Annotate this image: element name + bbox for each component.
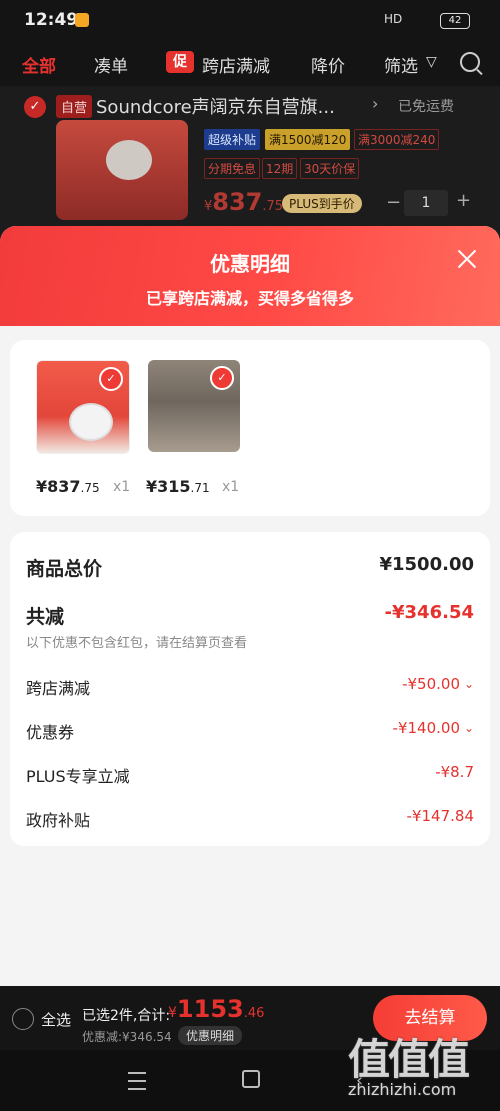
sheet-subtitle: 已享跨店满减，买得多省得多 (145, 289, 354, 308)
tag-super-subsidy: 超级补贴 (204, 129, 261, 150)
product-price: ¥837.75 (36, 477, 100, 496)
reduce-label: 共减 (26, 606, 65, 628)
promo-badge-icon: 促 (166, 51, 194, 73)
notification-app-icon (75, 13, 89, 27)
status-time: 12:49 (24, 10, 79, 30)
cart-filter-tabs: 全部 凑单 促 跨店满减 降价 筛选 ▽ (0, 42, 500, 86)
sheet-title: 优惠明细 (210, 252, 290, 276)
item-price: ¥837.75 (204, 188, 284, 216)
discount-detail-button[interactable]: 优惠明细 (178, 1026, 243, 1045)
watermark-site: zhizhizhi.com (348, 1080, 457, 1099)
chevron-down-icon[interactable]: ⌄ (464, 677, 474, 691)
total-price: ¥1153.46 (168, 995, 265, 1023)
tab-cross-store[interactable]: 跨店满减 (202, 52, 270, 77)
qty-input[interactable]: 1 (404, 190, 448, 216)
product-list-card: ✓ ✓ ¥837.75 x1 ¥315.71 x1 (10, 340, 490, 516)
battery-icon: 42 (440, 13, 470, 29)
discount-value: -¥147.84 (406, 807, 474, 825)
tag-discount-2: 满3000减240 (354, 129, 440, 150)
tag-installment-period: 12期 (262, 158, 298, 179)
signal-icon: HD (384, 12, 403, 26)
plus-price-badge: PLUS到手价 (282, 194, 362, 213)
tab-price-drop[interactable]: 降价 (311, 52, 345, 77)
item-checkbox[interactable]: ✓ (24, 96, 46, 118)
reduce-value: -¥346.54 (384, 602, 474, 623)
discount-label: 跨店满减 (26, 679, 91, 698)
price-summary-card: 商品总价 ¥1500.00 共减 -¥346.54 以下优惠不包含红包，请在结算… (10, 532, 490, 846)
total-label: 商品总价 (26, 558, 103, 580)
watermark: 值值值 zhizhizhi.com (346, 1026, 496, 1106)
product-qty: x1 (113, 479, 131, 495)
discount-detail-sheet: 优惠明细 已享跨店满减，买得多省得多 ✓ ✓ ¥837.75 x1 ¥315.7… (0, 226, 500, 986)
check-icon: ✓ (210, 366, 234, 390)
total-value: ¥1500.00 (379, 554, 474, 575)
qty-minus-button[interactable]: − (386, 192, 401, 213)
discount-note: 以下优惠不包含红包，请在结算页查看 (26, 636, 248, 651)
select-all-radio[interactable] (12, 1008, 34, 1030)
shipping-status: 已免运费 (398, 99, 454, 115)
product-qty: x1 (222, 479, 240, 495)
menu-icon[interactable] (128, 1072, 146, 1090)
product-image-earbuds[interactable]: ✓ (36, 360, 130, 454)
product-image-bedding[interactable]: ✓ (148, 360, 240, 452)
discount-label: PLUS专享立减 (26, 767, 130, 786)
product-price: ¥315.71 (146, 477, 210, 496)
filter-icon[interactable]: ▽ (426, 54, 437, 70)
discount-label: 优惠券 (26, 723, 75, 742)
qty-plus-button[interactable]: + (456, 190, 471, 211)
tag-installment: 分期免息 (204, 158, 261, 179)
cart-item-background: ✓ 自营 Soundcore声阔京东自营旗... › 已免运费 超级补贴 满15… (0, 86, 500, 236)
search-icon[interactable] (460, 52, 480, 72)
tag-discount-1: 满1500减120 (265, 129, 351, 150)
discount-summary: 优惠减:¥346.54 (82, 1030, 172, 1044)
tag-price-protect: 30天价保 (300, 158, 360, 179)
sheet-header: 优惠明细 已享跨店满减，买得多省得多 (0, 226, 500, 326)
watermark-logo: 值值值 (348, 1035, 470, 1084)
check-icon: ✓ (99, 367, 123, 391)
tab-combine[interactable]: 凑单 (94, 52, 128, 77)
tab-filter[interactable]: 筛选 (384, 52, 418, 77)
chevron-right-icon[interactable]: › (372, 94, 378, 113)
discount-value: -¥140.00 (392, 719, 460, 737)
close-icon[interactable] (452, 244, 482, 274)
select-all-label[interactable]: 全选 (41, 1009, 71, 1030)
home-icon[interactable] (242, 1070, 260, 1088)
tab-all[interactable]: 全部 (22, 52, 56, 77)
discount-label: 政府补贴 (26, 811, 91, 830)
selected-count-text: 已选2件,合计: (82, 1008, 171, 1024)
status-bar: 12:49 HD 42 (0, 0, 500, 42)
shop-name[interactable]: Soundcore声阔京东自营旗... (96, 93, 366, 119)
discount-value: -¥50.00 (402, 675, 460, 693)
product-thumbnail[interactable] (56, 120, 188, 220)
self-operated-tag: 自营 (56, 95, 93, 118)
chevron-down-icon[interactable]: ⌄ (464, 721, 474, 735)
discount-value: -¥8.7 (435, 763, 474, 781)
